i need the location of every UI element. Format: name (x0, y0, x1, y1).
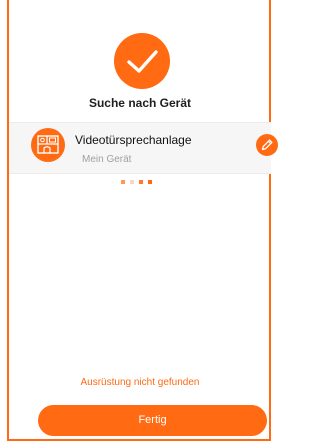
status-message: Ausrüstung nicht gefunden (80, 377, 200, 388)
done-button[interactable]: Fertig (38, 405, 267, 436)
loading-indicator (121, 180, 171, 184)
device-name: Videotürsprechanlage (75, 133, 192, 147)
loading-dot (139, 180, 143, 184)
device-subtitle: Mein Gerät (82, 154, 132, 165)
loading-dot (148, 180, 152, 184)
intercom-icon (31, 128, 65, 162)
success-checkmark-icon (114, 33, 170, 89)
device-card[interactable] (9, 122, 271, 174)
loading-dot (121, 180, 125, 184)
page-title: Suche nach Gerät (88, 96, 192, 110)
loading-dot (130, 180, 134, 184)
edit-device-pencil-icon[interactable] (256, 134, 278, 156)
